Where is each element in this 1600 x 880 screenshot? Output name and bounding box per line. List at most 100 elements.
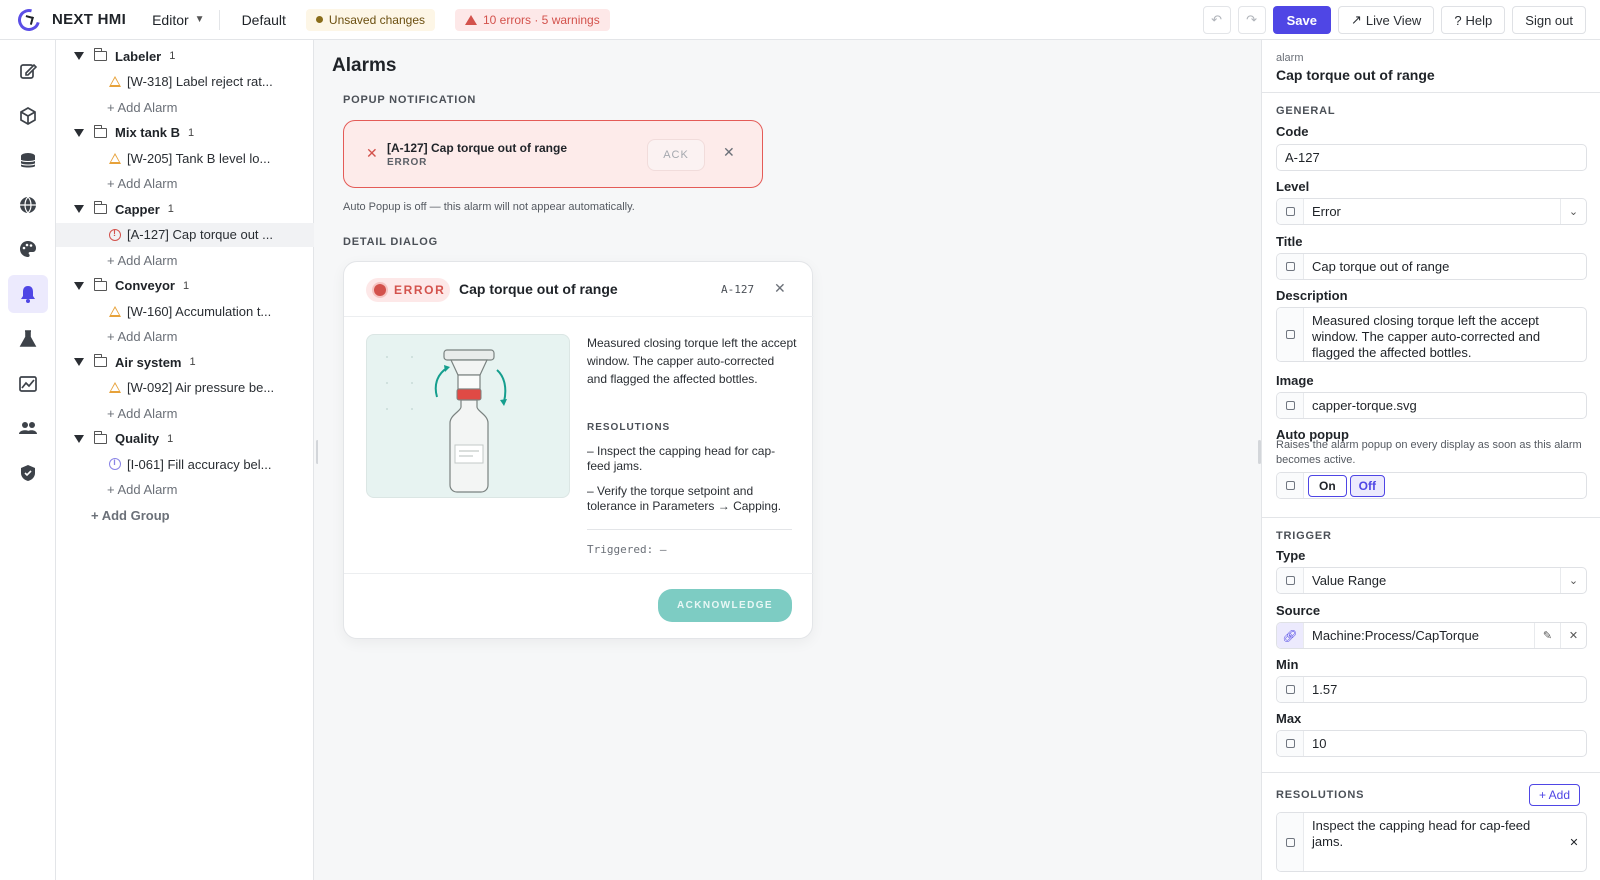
inspector-kind: alarm [1276,52,1304,64]
group-name: Conveyor [115,278,175,293]
mode-label: Editor [152,11,189,28]
add-alarm-button[interactable]: + Add Alarm [56,325,314,349]
resolution-item: – Inspect the capping head for cap-feed … [587,444,776,473]
code-value: A-127 [1285,150,1320,165]
description-field[interactable]: Measured closing torque left the accept … [1276,307,1587,362]
page-title: Alarms [332,55,397,76]
bind-toggle[interactable] [1277,813,1304,871]
caret-down-icon[interactable] [74,128,84,137]
bind-toggle[interactable] [1277,568,1304,593]
bind-toggle[interactable] [1277,308,1304,361]
rail-trends[interactable] [8,365,48,403]
rail-components[interactable] [8,97,48,135]
rail-tests[interactable] [8,320,48,358]
rail-alarms[interactable] [8,275,48,313]
popup-level: ERROR [387,157,428,168]
code-field[interactable]: A-127 [1276,144,1587,171]
chevron-down-icon: ⌄ [1560,199,1586,224]
bind-toggle[interactable] [1277,393,1304,418]
add-alarm-label: + Add Alarm [107,405,178,421]
caret-down-icon[interactable] [74,205,84,213]
redo-button[interactable]: ↷ [1237,6,1266,34]
sign-out-button[interactable]: Sign out [1512,6,1586,34]
caret-down-icon[interactable] [74,281,84,290]
tree-group[interactable]: Capper 1 [56,197,314,221]
source-field[interactable]: 🔗︎ Machine:Process/CapTorque ✎ ✕ [1276,622,1587,649]
level-select[interactable]: Error ⌄ [1276,198,1587,225]
bind-toggle[interactable] [1277,199,1304,224]
caret-down-icon[interactable] [74,434,84,443]
trigger-section-label: TRIGGER [1276,530,1332,542]
caret-down-icon[interactable] [74,52,84,60]
title-field[interactable]: Cap torque out of range [1276,253,1587,280]
add-alarm-button[interactable]: + Add Alarm [56,401,314,425]
add-alarm-button[interactable]: + Add Alarm [56,248,314,272]
ack-button[interactable]: ACK [647,139,705,171]
add-resolution-button[interactable]: + Add [1529,784,1580,806]
errors-badge[interactable]: 10 errors · 5 warnings [455,8,610,31]
undo-button[interactable]: ↶ [1202,6,1231,34]
bell-icon [21,286,35,303]
add-alarm-button[interactable]: + Add Alarm [56,95,314,119]
rail-edit[interactable] [8,52,48,90]
type-select[interactable]: Value Range ⌄ [1276,567,1587,594]
auto-popup-help: Raises the alarm popup on every display … [1276,439,1582,466]
live-view-button[interactable]: ↗ Live View [1338,6,1435,34]
link-toggle[interactable]: 🔗︎ [1277,623,1304,648]
title-label: Title [1276,234,1303,249]
auto-popup-on[interactable]: On [1308,474,1347,497]
rail-network[interactable] [8,186,48,224]
save-button[interactable]: Save [1272,6,1331,34]
max-field[interactable]: 10 [1276,730,1587,757]
popup-notification[interactable]: ✕ [A-127] Cap torque out of range ERROR … [343,120,763,188]
image-field[interactable]: capper-torque.svg [1276,392,1587,419]
tree-group[interactable]: Labeler 1 [56,44,314,68]
alarm-tree: Labeler 1 [W-318] Label reject rat... + Add… [56,40,314,880]
warning-icon [109,382,121,393]
tree-group[interactable]: Conveyor 1 [56,274,314,298]
add-alarm-label: + Add Alarm [107,252,178,268]
tree-alarm[interactable]: [W-318] Label reject rat... [56,70,314,94]
tree-group[interactable]: Mix tank B 1 [56,121,314,145]
add-group-button[interactable]: + Add Group [56,503,314,527]
brand[interactable]: NEXT HMI [13,4,126,35]
help-button[interactable]: ? Help [1441,6,1506,34]
auto-popup-off[interactable]: Off [1349,474,1385,497]
tree-group[interactable]: Air system 1 [56,350,314,374]
close-icon[interactable]: ✕ [723,144,735,161]
general-section-label: GENERAL [1276,105,1336,117]
min-field[interactable]: 1.57 [1276,676,1587,703]
acknowledge-button[interactable]: ACKNOWLEDGE [658,589,792,622]
remove-resolution-icon[interactable]: ✕ [1562,813,1586,871]
tree-alarm[interactable]: [W-092] Air pressure be... [56,376,314,400]
tree-group[interactable]: Quality 1 [56,427,314,451]
caret-down-icon[interactable] [74,358,84,366]
tree-alarm[interactable]: [W-160] Accumulation t... [56,299,314,323]
project-name[interactable]: Default [242,12,286,28]
edit-source-icon[interactable]: ✎ [1534,623,1560,648]
bind-toggle[interactable] [1277,254,1304,279]
resolution-field[interactable]: Inspect the capping head for cap-feed ja… [1276,812,1587,872]
bind-toggle[interactable] [1277,677,1304,702]
tree-alarm[interactable]: [A-127] Cap torque out ... [56,222,314,247]
mode-menu[interactable]: Editor ▼ [152,12,204,28]
tree-alarm[interactable]: [I-061] Fill accuracy bel... [56,452,314,476]
warning-icon [109,152,121,164]
external-link-icon: ↗ [1351,12,1362,27]
rail-data[interactable] [8,142,48,180]
warning-icon [109,76,121,87]
bind-toggle[interactable] [1277,731,1304,756]
rail-theme[interactable] [8,230,48,268]
bind-toggle[interactable] [1277,473,1304,498]
chevron-down-icon: ▼ [194,14,205,25]
palette-icon [20,241,36,257]
add-alarm-button[interactable]: + Add Alarm [56,172,314,196]
clear-source-icon[interactable]: ✕ [1560,623,1586,648]
group-name: Capper [115,201,160,217]
group-count: 1 [169,50,176,62]
add-alarm-button[interactable]: + Add Alarm [56,478,314,502]
tree-alarm[interactable]: [W-205] Tank B level lo... [56,146,314,170]
rail-users[interactable] [8,409,48,447]
close-icon[interactable]: ✕ [774,280,786,297]
rail-security[interactable] [8,454,48,492]
